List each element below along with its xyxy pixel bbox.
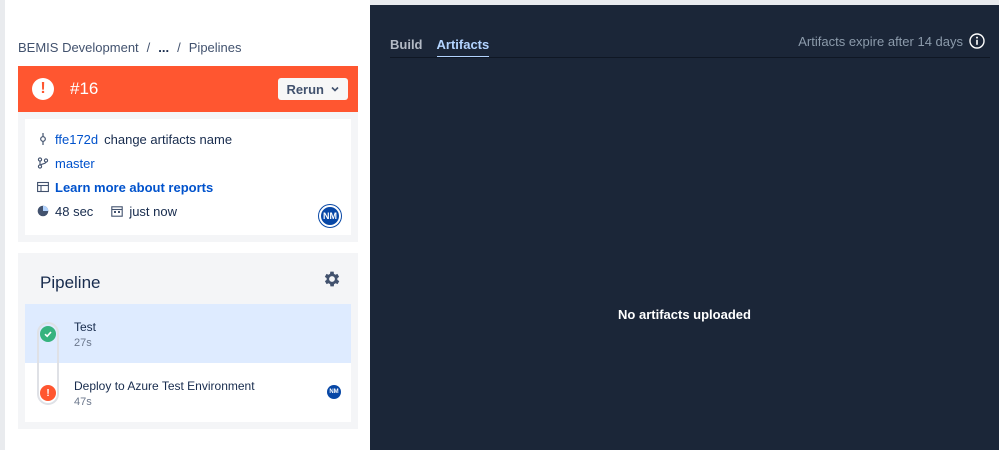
breadcrumb: BEMIS Development / ... / Pipelines bbox=[18, 40, 242, 55]
step-name: Test bbox=[74, 320, 97, 334]
expire-text: Artifacts expire after 14 days bbox=[798, 33, 963, 49]
rerun-button[interactable]: Rerun bbox=[278, 78, 348, 100]
learn-more-reports-link[interactable]: Learn more about reports bbox=[55, 180, 213, 195]
info-icon[interactable] bbox=[969, 33, 985, 49]
pipeline-steps: Test 27s Deploy to Azure Test Environmen… bbox=[25, 304, 351, 422]
duration-clock-icon bbox=[37, 205, 49, 217]
report-icon bbox=[37, 181, 49, 193]
step-duration: 27s bbox=[74, 337, 92, 349]
error-icon: ! bbox=[32, 78, 54, 100]
commit-message: change artifacts name bbox=[104, 131, 233, 147]
breadcrumb-separator: / bbox=[146, 40, 151, 55]
pipeline-title: Pipeline bbox=[40, 273, 101, 292]
gear-icon[interactable] bbox=[322, 269, 342, 289]
breadcrumb-ellipsis[interactable]: ... bbox=[158, 40, 169, 55]
reports-row: Learn more about reports bbox=[37, 175, 339, 199]
artifacts-panel: Build Artifacts Artifacts expire after 1… bbox=[370, 5, 999, 450]
success-check-icon bbox=[40, 326, 56, 342]
commit-hash-link[interactable]: ffe172d bbox=[55, 132, 98, 147]
branch-link[interactable]: master bbox=[55, 156, 95, 171]
artifacts-expire-note: Artifacts expire after 14 days bbox=[798, 33, 985, 49]
step-duration: 47s bbox=[74, 396, 92, 408]
step-name: Deploy to Azure Test Environment bbox=[74, 379, 255, 393]
user-avatar[interactable]: NM bbox=[319, 205, 341, 227]
tab-build[interactable]: Build bbox=[390, 37, 423, 58]
failed-error-icon: ! bbox=[40, 385, 56, 401]
breadcrumb-project[interactable]: BEMIS Development bbox=[18, 40, 139, 55]
commit-row: ffe172d change artifacts name bbox=[37, 127, 339, 151]
rerun-label: Rerun bbox=[286, 81, 324, 97]
step-test[interactable]: Test 27s bbox=[25, 304, 351, 363]
step-deploy[interactable]: Deploy to Azure Test Environment 47s NM bbox=[25, 363, 351, 422]
panel-tabs: Build Artifacts bbox=[390, 37, 490, 58]
meta-row: 48 sec just now bbox=[37, 199, 339, 223]
breadcrumb-separator: / bbox=[177, 40, 181, 55]
build-duration: 48 sec bbox=[55, 203, 94, 219]
pipeline-card: Pipeline Test 27s Deploy to Azure Test E… bbox=[18, 253, 358, 429]
chevron-down-icon bbox=[331, 86, 339, 92]
commit-icon bbox=[37, 133, 49, 145]
step-user-avatar[interactable]: NM bbox=[327, 385, 341, 399]
branch-icon bbox=[37, 157, 49, 169]
breadcrumb-pipelines[interactable]: Pipelines bbox=[189, 40, 242, 55]
empty-state-message: No artifacts uploaded bbox=[618, 307, 751, 322]
tab-divider bbox=[390, 57, 990, 58]
branch-row: master bbox=[37, 151, 339, 175]
calendar-icon bbox=[111, 205, 124, 217]
pipeline-sidebar: BEMIS Development / ... / Pipelines ! #1… bbox=[0, 0, 370, 450]
build-status-banner: ! #16 Rerun bbox=[18, 66, 358, 112]
tab-artifacts[interactable]: Artifacts bbox=[436, 37, 490, 58]
build-time: just now bbox=[129, 203, 178, 219]
build-number: #16 bbox=[70, 79, 99, 98]
build-info-card: ffe172d change artifacts name master Lea… bbox=[18, 112, 358, 242]
